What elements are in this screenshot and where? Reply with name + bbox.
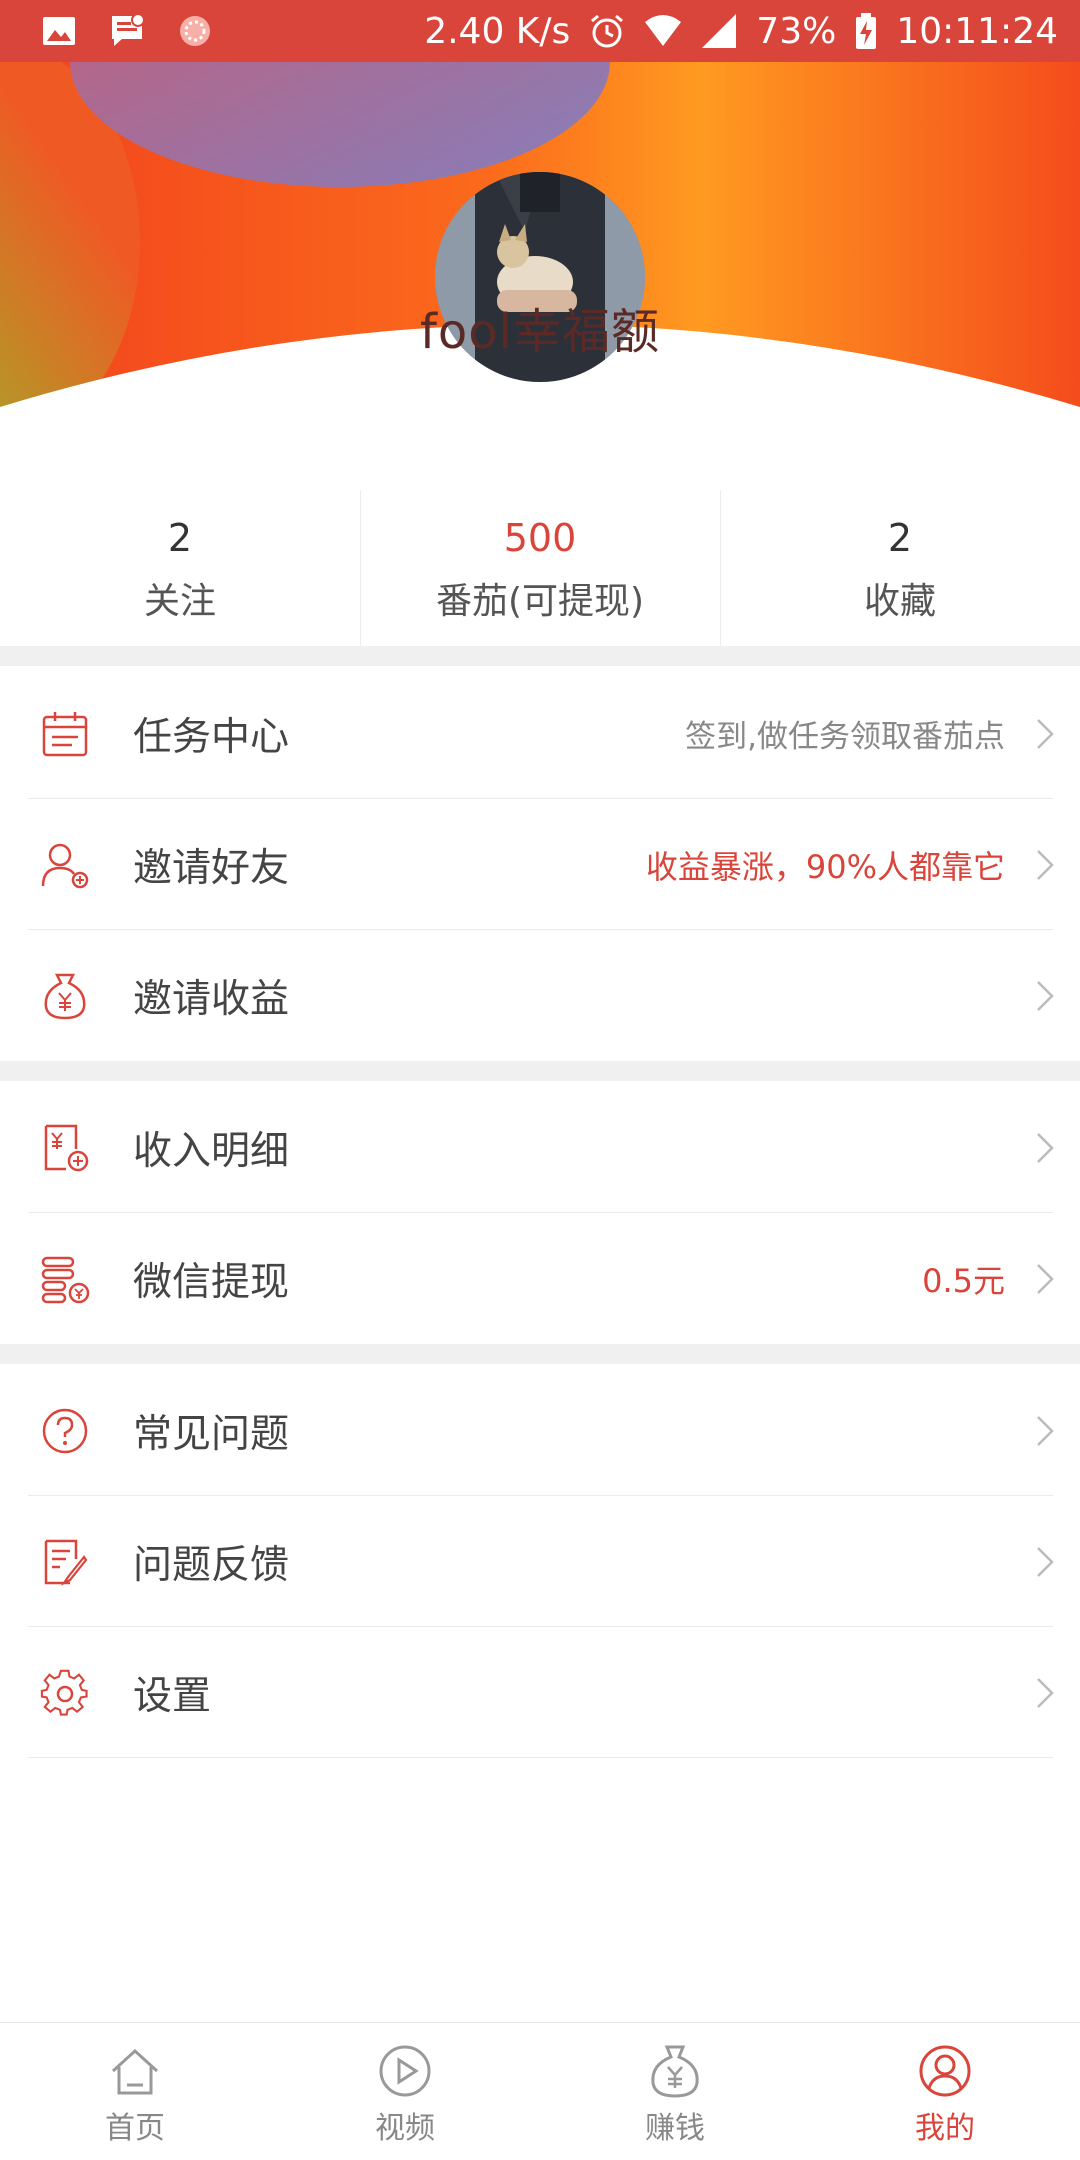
- tab-home[interactable]: 首页: [0, 2023, 270, 2160]
- money-bag-icon: [651, 2045, 699, 2098]
- wifi-icon: [645, 15, 682, 46]
- tab-mine[interactable]: 我的: [810, 2023, 1080, 2160]
- status-bar: 2.40 K/s 73% 10:11:24: [0, 0, 1080, 62]
- menu-faq[interactable]: 常见问题: [0, 1365, 1080, 1496]
- stat-favorites[interactable]: 2 收藏: [720, 490, 1080, 646]
- chevron-right-icon: [1037, 1263, 1054, 1294]
- menu-hint: 收益暴涨，90%人都靠它: [645, 847, 1005, 886]
- income-detail-icon: [44, 1124, 89, 1171]
- chevron-right-icon: [1037, 1546, 1054, 1577]
- menu-hint: 0.5元: [922, 1261, 1005, 1300]
- feedback-icon: [44, 1539, 88, 1586]
- menu-label: 设置: [133, 1673, 212, 1719]
- username: fool幸福额: [420, 304, 660, 360]
- tab-label: 首页: [105, 2111, 165, 2146]
- chevron-right-icon: [1037, 1415, 1054, 1446]
- menu-label: 任务中心: [133, 714, 290, 760]
- menu-feedback[interactable]: 问题反馈: [0, 1496, 1080, 1627]
- message-notification-icon: [112, 13, 145, 46]
- invite-user-icon: [41, 843, 89, 888]
- stat-value: 2: [167, 516, 193, 560]
- tab-earn[interactable]: 赚钱: [540, 2023, 810, 2160]
- play-icon: [379, 2045, 431, 2097]
- menu-invite-earnings[interactable]: 邀请收益: [0, 930, 1080, 1061]
- section-gap: [0, 1344, 1080, 1364]
- divider: [28, 1757, 1053, 1758]
- menu-label: 常见问题: [133, 1411, 290, 1457]
- money-bag-icon: [44, 973, 86, 1019]
- chevron-right-icon: [1037, 1677, 1054, 1708]
- chevron-right-icon: [1037, 980, 1054, 1011]
- tab-label: 我的: [915, 2111, 975, 2146]
- bottom-navigation: 首页 视频 赚钱 我的: [0, 2022, 1080, 2160]
- menu-task-center[interactable]: 任务中心 签到,做任务领取番茄点: [0, 668, 1080, 799]
- stat-label: 收藏: [863, 580, 936, 622]
- menu-settings[interactable]: 设置: [0, 1627, 1080, 1758]
- stat-tomatoes[interactable]: 500 番茄(可提现): [360, 490, 720, 646]
- chevron-right-icon: [1037, 718, 1054, 749]
- calendar-icon: [42, 711, 88, 756]
- menu-income-detail[interactable]: 收入明细: [0, 1082, 1080, 1213]
- user-circle-icon: [919, 2045, 971, 2097]
- stat-label: 番茄(可提现): [435, 580, 645, 622]
- question-icon: [42, 1408, 88, 1453]
- clock-time: 10:11:24: [896, 10, 1058, 52]
- app-notification-icon: [180, 16, 210, 46]
- chevron-right-icon: [1037, 849, 1054, 880]
- menu-label: 微信提现: [133, 1259, 290, 1305]
- home-icon: [111, 2048, 159, 2095]
- stats-bar: 2 关注 500 番茄(可提现) 2 收藏: [0, 490, 1080, 646]
- tab-label: 赚钱: [645, 2111, 705, 2146]
- cell-signal-icon: [702, 14, 737, 48]
- section-gap: [0, 1061, 1080, 1081]
- menu-hint: 签到,做任务领取番茄点: [685, 719, 1005, 755]
- network-speed: 2.40 K/s: [424, 10, 571, 52]
- battery-percent: 73%: [756, 10, 837, 52]
- menu-label: 问题反馈: [133, 1542, 290, 1588]
- menu-label: 邀请收益: [133, 976, 290, 1022]
- menu-invite-friends[interactable]: 邀请好友 收益暴涨，90%人都靠它: [0, 799, 1080, 930]
- coins-withdraw-icon: [41, 1256, 90, 1303]
- settings-gear-icon: [40, 1669, 88, 1716]
- profile-header: fool幸福额: [0, 62, 1080, 492]
- image-notification-icon: [43, 17, 75, 45]
- alarm-icon: [591, 14, 624, 48]
- chevron-right-icon: [1037, 1132, 1054, 1163]
- menu-label: 邀请好友: [133, 845, 290, 891]
- stat-value: 2: [887, 516, 913, 560]
- battery-charging-icon: [856, 13, 877, 49]
- menu-wechat-withdraw[interactable]: 微信提现 0.5元: [0, 1213, 1080, 1344]
- menu-label: 收入明细: [133, 1128, 290, 1174]
- stat-label: 关注: [143, 580, 216, 622]
- section-gap: [0, 646, 1080, 666]
- tab-label: 视频: [375, 2111, 435, 2146]
- stat-value: 500: [503, 516, 577, 560]
- stat-following[interactable]: 2 关注: [0, 490, 360, 646]
- tab-video[interactable]: 视频: [270, 2023, 540, 2160]
